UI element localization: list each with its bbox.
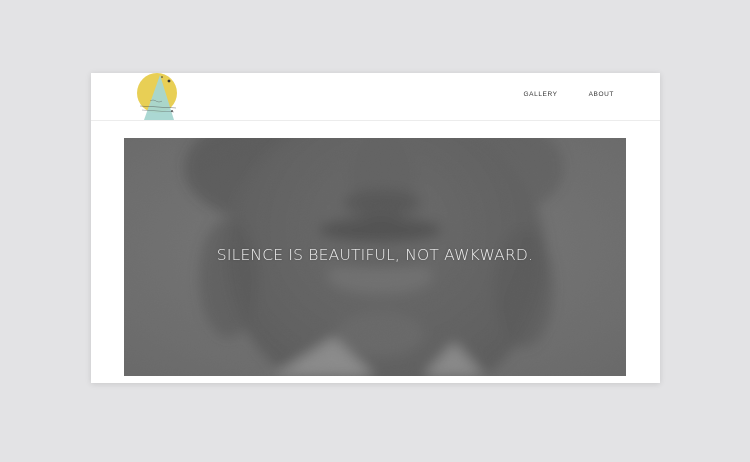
hero-tagline: SILENCE IS BEAUTIFUL, NOT AWKWARD.	[216, 246, 534, 264]
nav-link-gallery[interactable]: GALLERY	[524, 91, 558, 98]
browser-window: GALLERY ABOUT SILENCE IS BEAUTIFUL, NOT …	[91, 73, 660, 383]
hero-banner: SILENCE IS BEAUTIFUL, NOT AWKWARD.	[124, 138, 626, 376]
logo-icon[interactable]	[136, 73, 180, 120]
main-nav: GALLERY ABOUT	[524, 91, 614, 98]
site-header: GALLERY ABOUT	[91, 73, 660, 121]
nav-link-about[interactable]: ABOUT	[589, 91, 614, 98]
